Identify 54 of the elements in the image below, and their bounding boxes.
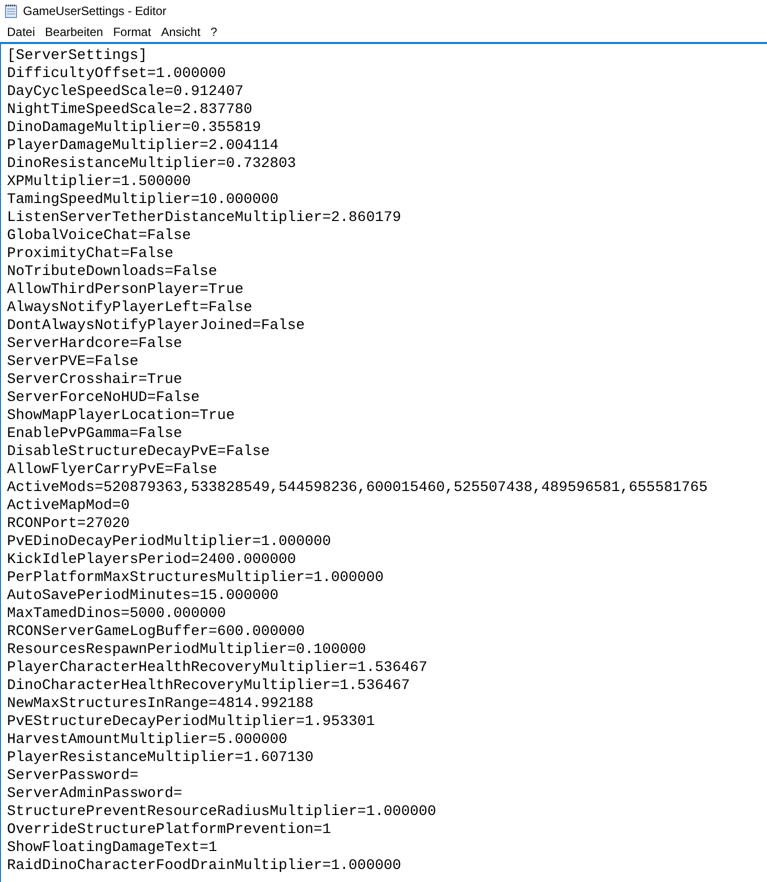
menu-item[interactable]: Bearbeiten [40, 22, 108, 42]
text-line: ServerHardcore=False [7, 335, 182, 353]
text-line: ServerForceNoHUD=False [7, 389, 200, 407]
text-line: NewMaxStructuresInRange=4814.992188 [7, 695, 314, 713]
text-line: ShowFloatingDamageText=1 [7, 839, 218, 857]
text-line: ServerAdminPassword= [7, 785, 182, 803]
text-line: DifficultyOffset=1.000000 [7, 65, 226, 83]
text-line: ActiveMapMod=0 [7, 497, 130, 515]
text-line: PvEDinoDecayPeriodMultiplier=1.000000 [7, 533, 332, 551]
text-area[interactable] [0, 42, 767, 882]
text-line: EnablePvPGamma=False [7, 425, 182, 443]
text-line: AutoSavePeriodMinutes=15.000000 [7, 587, 278, 605]
text-line: ListenServerTetherDistanceMultiplier=2.860179 [7, 209, 402, 227]
text-line: ActiveMods=520879363,533828549,544598236,600015460,525507438,489596581,655581765 [7, 479, 708, 497]
text-line: XPMultiplier=1.500000 [7, 173, 191, 191]
text-line: PerPlatformMaxStructuresMultiplier=1.000000 [7, 569, 384, 587]
text-line: AllowFlyerCarryPvE=False [7, 461, 218, 479]
text-line: RCONServerGameLogBuffer=600.000000 [7, 623, 305, 641]
text-line: ServerPassword= [7, 767, 138, 785]
menu-item[interactable]: Datei [2, 22, 40, 42]
text-line: DayCycleSpeedScale=0.912407 [7, 83, 244, 101]
text-line: NightTimeSpeedScale=2.837780 [7, 101, 252, 119]
notepad-icon [5, 4, 17, 18]
menu-item[interactable]: ? [205, 22, 222, 42]
text-line: PvEStructureDecayPeriodMultiplier=1.953301 [7, 713, 375, 731]
text-line: TamingSpeedMultiplier=10.000000 [7, 191, 278, 209]
window-title: GameUserSettings - Editor [23, 3, 166, 20]
text-line: RCONPort=27020 [7, 515, 130, 533]
text-line: RaidDinoCharacterFoodDrainMultiplier=1.000000 [7, 857, 402, 875]
text-line: ShowMapPlayerLocation=True [7, 407, 235, 425]
text-line: DinoDamageMultiplier=0.355819 [7, 119, 261, 137]
text-line: AllowThirdPersonPlayer=True [7, 281, 244, 299]
text-line: OverrideStructurePlatformPrevention=1 [7, 821, 332, 839]
text-line: MaxTamedDinos=5000.000000 [7, 605, 226, 623]
text-line: ServerPVE=False [7, 353, 138, 371]
text-line: NoTributeDownloads=False [7, 263, 218, 281]
text-line: AlwaysNotifyPlayerLeft=False [7, 299, 252, 317]
menu-item[interactable]: Ansicht [156, 22, 206, 42]
text-line: ServerCrosshair=True [7, 371, 182, 389]
menu-item[interactable]: Format [108, 22, 156, 42]
text-line: StructurePreventResourceRadiusMultiplier=1.000000 [7, 803, 436, 821]
text-line: PlayerCharacterHealthRecoveryMultiplier=1.536467 [7, 659, 428, 677]
text-line: ProximityChat=False [7, 245, 174, 263]
text-line: DinoResistanceMultiplier=0.732803 [7, 155, 296, 173]
text-line: [ServerSettings] [7, 47, 148, 65]
text-line: PlayerResistanceMultiplier=1.607130 [7, 749, 314, 767]
text-line: HarvestAmountMultiplier=5.000000 [7, 731, 288, 749]
text-line: DinoCharacterHealthRecoveryMultiplier=1.536467 [7, 677, 410, 695]
text-line: DisableStructureDecayPvE=False [7, 443, 270, 461]
text-line: DontAlwaysNotifyPlayerJoined=False [7, 317, 305, 335]
text-line: ResourcesRespawnPeriodMultiplier=0.100000 [7, 641, 366, 659]
text-line: PlayerDamageMultiplier=2.004114 [7, 137, 278, 155]
text-line: GlobalVoiceChat=False [7, 227, 191, 245]
text-line: KickIdlePlayersPeriod=2400.000000 [7, 551, 296, 569]
